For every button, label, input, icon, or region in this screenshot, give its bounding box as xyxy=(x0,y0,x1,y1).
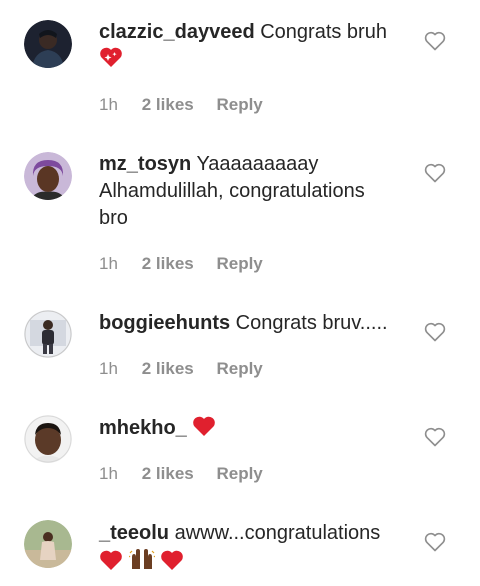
like-heart-icon[interactable] xyxy=(424,31,446,51)
comment-meta: 1h 2 likes Reply xyxy=(99,359,263,379)
avatar-image xyxy=(24,20,72,68)
red-heart-icon xyxy=(99,549,123,579)
avatar[interactable] xyxy=(24,415,72,463)
like-heart-icon[interactable] xyxy=(424,427,446,447)
avatar[interactable] xyxy=(24,152,72,200)
comment-likes[interactable]: 2 likes xyxy=(142,254,212,274)
raising-hands-icon xyxy=(128,547,155,579)
comment-body: mhekho_ xyxy=(99,415,399,445)
comment-body: _teeolu awww...congratulations xyxy=(99,520,399,579)
reply-button[interactable]: Reply xyxy=(216,359,262,379)
red-heart-icon xyxy=(192,415,216,445)
reply-button[interactable]: Reply xyxy=(216,464,262,484)
avatar[interactable] xyxy=(24,310,72,358)
comment-username[interactable]: _teeolu xyxy=(99,522,169,544)
reply-button[interactable]: Reply xyxy=(216,95,262,115)
comment-meta: 1h 2 likes Reply xyxy=(99,95,263,115)
avatar-image xyxy=(24,152,72,200)
like-heart-icon[interactable] xyxy=(424,163,446,183)
comment-time: 1h xyxy=(99,95,118,114)
like-heart-icon[interactable] xyxy=(424,532,446,552)
comment-username[interactable]: mz_tosyn xyxy=(99,153,191,175)
comment-text: Congrats bruv..... xyxy=(235,312,388,334)
comment-time: 1h xyxy=(99,359,118,378)
avatar[interactable] xyxy=(24,520,72,568)
sparkling-heart-icon xyxy=(99,46,123,76)
avatar-image xyxy=(24,415,72,463)
comment-time: 1h xyxy=(99,254,118,273)
red-heart-icon xyxy=(160,549,184,579)
comment-body: clazzic_dayveed Congrats bruh xyxy=(99,19,399,76)
avatar-image xyxy=(24,520,72,568)
comment-time: 1h xyxy=(99,464,118,483)
avatar-image xyxy=(24,310,72,358)
reply-button[interactable]: Reply xyxy=(216,254,262,274)
comment-likes[interactable]: 2 likes xyxy=(142,359,212,379)
comment-body: mz_tosyn Yaaaaaaaaay Alhamdulillah, cong… xyxy=(99,151,399,232)
comment-text: Congrats bruh xyxy=(260,21,387,43)
comment-likes[interactable]: 2 likes xyxy=(142,464,212,484)
comment-username[interactable]: clazzic_dayveed xyxy=(99,21,255,43)
like-heart-icon[interactable] xyxy=(424,322,446,342)
comment-meta: 1h 2 likes Reply xyxy=(99,464,263,484)
avatar[interactable] xyxy=(24,20,72,68)
comment-meta: 1h 2 likes Reply xyxy=(99,254,263,274)
comment-username[interactable]: boggieehunts xyxy=(99,312,230,334)
comment-text: awww...congratulations xyxy=(174,522,381,544)
comment-username[interactable]: mhekho_ xyxy=(99,417,187,439)
comment-body: boggieehunts Congrats bruv..... xyxy=(99,310,399,337)
comment-likes[interactable]: 2 likes xyxy=(142,95,212,115)
